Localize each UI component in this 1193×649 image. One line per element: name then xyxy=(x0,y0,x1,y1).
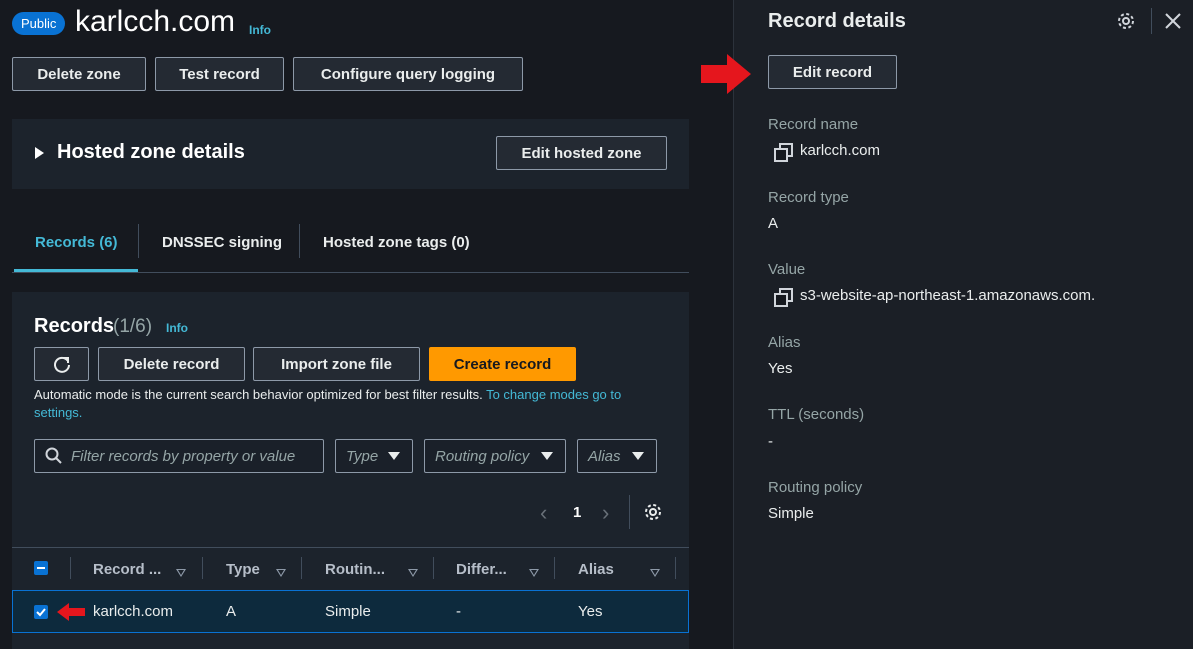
record-details-panel xyxy=(734,0,1193,649)
detail-value-ttl: - xyxy=(768,433,773,450)
column-header-record-name[interactable]: Record ... xyxy=(93,561,161,578)
row-alias: Yes xyxy=(578,603,603,620)
refresh-button[interactable] xyxy=(34,347,89,381)
type-filter-select[interactable]: Type xyxy=(335,439,413,473)
search-icon xyxy=(45,447,62,464)
row-type: A xyxy=(226,603,237,620)
sort-icon[interactable] xyxy=(276,564,286,582)
column-divider xyxy=(675,557,676,579)
detail-value-alias: Yes xyxy=(768,360,793,377)
records-count: (1/6) xyxy=(113,316,153,337)
detail-label-value: Value xyxy=(768,261,806,278)
alias-filter-select[interactable]: Alias xyxy=(577,439,657,473)
previous-page-icon[interactable]: ‹ xyxy=(540,500,547,526)
create-record-button[interactable]: Create record xyxy=(429,347,576,381)
page-title: karlcch.com xyxy=(75,5,236,38)
alias-filter-label: Alias xyxy=(588,447,621,465)
routing-policy-filter-select[interactable]: Routing policy xyxy=(424,439,566,473)
detail-value-value: s3-website-ap-northeast-1.amazonaws.com. xyxy=(800,287,1096,304)
delete-record-button[interactable]: Delete record xyxy=(98,347,245,381)
column-divider xyxy=(433,557,434,579)
column-header-type[interactable]: Type xyxy=(226,561,260,578)
select-all-checkbox[interactable] xyxy=(34,561,48,575)
record-details-title: Record details xyxy=(768,10,906,32)
search-mode-text: Automatic mode is the current search beh… xyxy=(34,387,483,402)
header-divider xyxy=(1151,8,1152,34)
search-mode-notice: Automatic mode is the current search beh… xyxy=(34,386,674,422)
column-divider xyxy=(554,557,555,579)
refresh-icon xyxy=(53,356,70,373)
info-link[interactable]: Info xyxy=(249,23,271,37)
detail-label-alias: Alias xyxy=(768,334,801,351)
expand-caret-icon[interactable] xyxy=(35,147,44,159)
sort-icon[interactable] xyxy=(650,564,660,582)
test-record-button[interactable]: Test record xyxy=(155,57,284,91)
close-icon[interactable] xyxy=(1164,12,1182,30)
sort-icon[interactable] xyxy=(176,564,186,582)
current-page[interactable]: 1 xyxy=(573,504,581,521)
detail-value-routing-policy: Simple xyxy=(768,505,814,522)
records-title: Records xyxy=(34,315,115,337)
column-divider xyxy=(70,557,71,579)
sort-icon[interactable] xyxy=(408,564,418,582)
tab-hosted-zone-tags[interactable]: Hosted zone tags (0) xyxy=(323,234,470,251)
detail-label-record-type: Record type xyxy=(768,189,849,206)
column-header-alias[interactable]: Alias xyxy=(578,561,614,578)
tabs-baseline xyxy=(12,272,689,273)
filter-records-input[interactable]: Filter records by property or value xyxy=(34,439,324,473)
settings-link[interactable]: settings. xyxy=(34,405,82,420)
import-zone-file-button[interactable]: Import zone file xyxy=(253,347,420,381)
pagination-divider xyxy=(629,495,630,529)
row-routing-policy: Simple xyxy=(325,603,371,620)
table-settings-gear-icon[interactable] xyxy=(643,502,663,522)
copy-icon[interactable] xyxy=(774,288,793,307)
detail-label-record-name: Record name xyxy=(768,116,859,133)
detail-label-ttl: TTL (seconds) xyxy=(768,406,865,423)
visibility-badge: Public xyxy=(12,12,66,35)
chevron-down-icon xyxy=(388,452,400,460)
row-record-name: karlcch.com xyxy=(93,603,174,620)
chevron-down-icon xyxy=(632,452,644,460)
detail-label-routing-policy: Routing policy xyxy=(768,479,863,496)
column-header-differentiator[interactable]: Differ... xyxy=(456,561,507,578)
type-filter-label: Type xyxy=(346,447,379,465)
table-top-border xyxy=(12,547,689,548)
row-checkbox[interactable] xyxy=(34,605,48,619)
detail-value-record-type: A xyxy=(768,215,779,232)
filter-placeholder: Filter records by property or value xyxy=(71,447,296,465)
configure-query-logging-button[interactable]: Configure query logging xyxy=(293,57,523,91)
tab-dnssec-signing[interactable]: DNSSEC signing xyxy=(162,234,282,251)
routing-policy-filter-label: Routing policy xyxy=(435,447,530,465)
sort-icon[interactable] xyxy=(529,564,539,582)
tab-records[interactable]: Records (6) xyxy=(35,234,118,251)
row-differentiator: - xyxy=(456,603,461,620)
copy-icon[interactable] xyxy=(774,143,793,162)
edit-record-button[interactable]: Edit record xyxy=(768,55,897,89)
delete-zone-button[interactable]: Delete zone xyxy=(12,57,146,91)
tab-divider xyxy=(138,224,139,258)
detail-value-record-name: karlcch.com xyxy=(800,142,881,159)
column-header-routing-policy[interactable]: Routin... xyxy=(325,561,385,578)
column-divider xyxy=(202,557,203,579)
next-page-icon[interactable]: › xyxy=(602,500,609,526)
column-divider xyxy=(301,557,302,579)
change-modes-link[interactable]: To change modes go to xyxy=(486,387,621,402)
annotation-arrow-left-icon xyxy=(57,603,85,621)
tab-divider xyxy=(299,224,300,258)
chevron-down-icon xyxy=(541,452,553,460)
hosted-zone-details-title[interactable]: Hosted zone details xyxy=(57,141,245,164)
edit-hosted-zone-button[interactable]: Edit hosted zone xyxy=(496,136,667,170)
annotation-arrow-right-icon xyxy=(701,54,751,94)
records-info-link[interactable]: Info xyxy=(166,321,188,335)
panel-settings-gear-icon[interactable] xyxy=(1116,11,1136,31)
